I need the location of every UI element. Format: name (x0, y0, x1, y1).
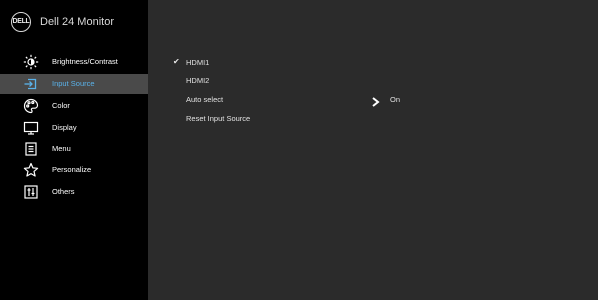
menu-item-menu[interactable]: Menu (0, 139, 148, 159)
chevron-right-icon (371, 94, 380, 107)
osd-header: DELL Dell 24 Monitor (0, 0, 148, 46)
brightness-icon (23, 54, 39, 70)
palette-icon (23, 98, 39, 114)
menu-item-label: Others (52, 187, 75, 196)
display-icon (23, 120, 39, 136)
menu-item-label: Color (52, 101, 70, 110)
sidebar: DELL Dell 24 Monitor Brightness/Contrast (0, 0, 148, 300)
menu-item-personalize[interactable]: Personalize (0, 160, 148, 180)
menu-item-label: Personalize (52, 165, 92, 174)
sliders-icon (23, 184, 39, 200)
menu-item-color[interactable]: Color (0, 96, 148, 116)
menu-item-input-source[interactable]: Input Source (0, 74, 148, 94)
menu-item-label: Display (52, 123, 77, 132)
option-auto-select[interactable]: Auto select (186, 95, 223, 104)
monitor-osd: DELL Dell 24 Monitor Brightness/Contrast (0, 0, 598, 300)
menu-item-others[interactable]: Others (0, 182, 148, 202)
option-hdmi1[interactable]: HDMI1 (186, 58, 209, 67)
menu-item-label: Menu (52, 144, 71, 153)
auto-select-value: On (390, 95, 401, 104)
option-hdmi2[interactable]: HDMI2 (186, 76, 209, 85)
menu-item-display[interactable]: Display (0, 118, 148, 138)
menu-item-label: Input Source (52, 79, 95, 88)
menu-item-brightness-contrast[interactable]: Brightness/Contrast (0, 52, 148, 72)
dell-logo: DELL (11, 12, 31, 32)
menu-icon (23, 141, 39, 157)
input-source-panel: ✔ HDMI1 HDMI2 Auto select On Reset Input… (150, 0, 598, 300)
checkmark-icon: ✔ (173, 57, 180, 66)
monitor-model-title: Dell 24 Monitor (40, 16, 114, 28)
menu-item-label: Brightness/Contrast (52, 57, 118, 66)
star-icon (23, 162, 39, 178)
input-source-icon (23, 76, 39, 92)
option-reset-input-source[interactable]: Reset Input Source (186, 114, 250, 123)
